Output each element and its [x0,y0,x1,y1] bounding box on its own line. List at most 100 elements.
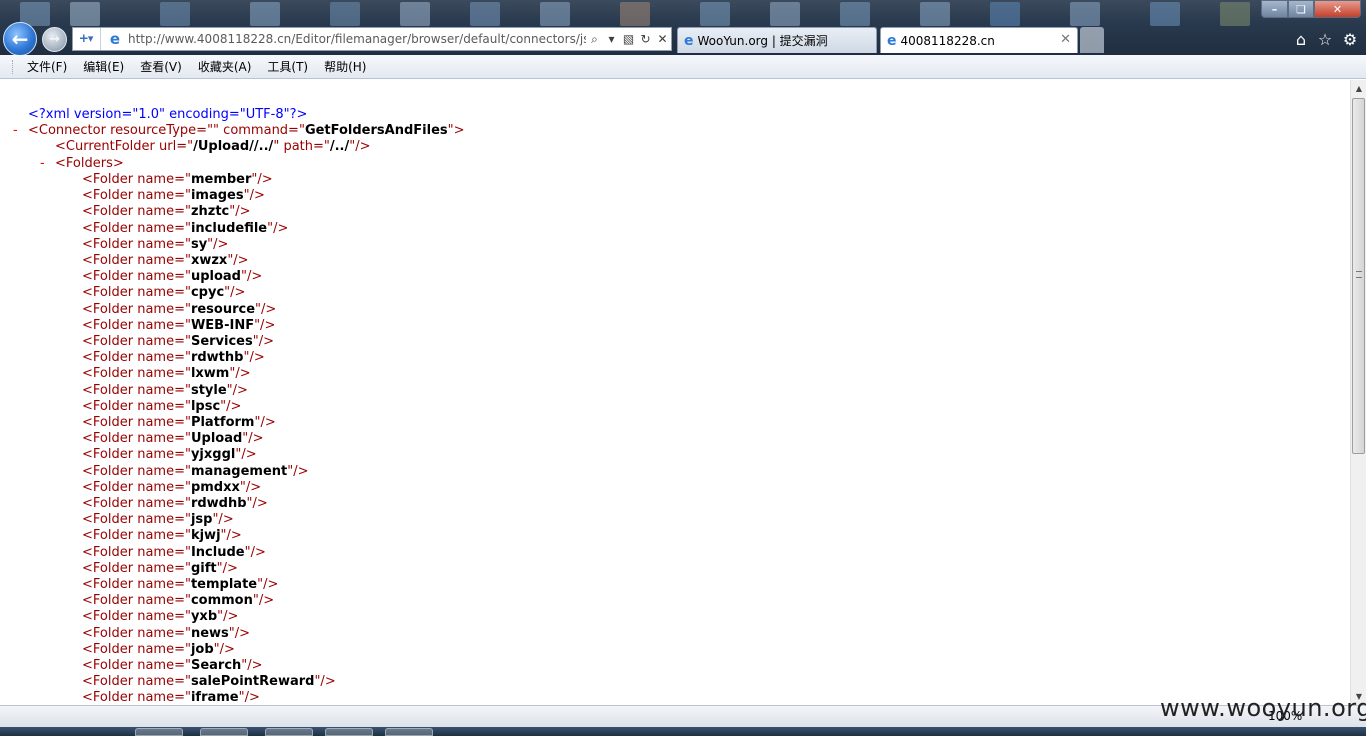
folder-element: <Folder name="lpsc"/> [82,399,242,414]
desktop-icon [990,2,1020,26]
plus-icon: ➕︎▾ [79,32,94,45]
desktop-icon [1220,2,1250,26]
folder-element: <Folder name="sy"/> [82,237,229,252]
desktop-icon [1150,2,1180,26]
folder-element: <Folder name="kjwj"/> [82,528,242,543]
menu-file[interactable]: 文件(F) [19,56,75,78]
folder-element: <Folder name="resource"/> [82,302,277,317]
desktop-icon [770,2,800,26]
restore-icon: ❏ [1296,2,1306,16]
menu-help[interactable]: 帮助(H) [316,56,374,78]
compatibility-view-button[interactable]: ➕︎▾ [73,28,101,50]
ie-page-icon: e [887,32,897,49]
grip-icon [1356,271,1362,278]
toolbar-grip [12,59,15,74]
folder-element: <Folder name="jsp"/> [82,512,234,527]
collapse-toggle[interactable]: - [13,123,18,139]
arrow-right-icon: → [49,32,60,47]
connector-element: - <Connector resourceType="" command="Get… [13,123,465,139]
folder-element: <Folder name="Services"/> [82,334,275,349]
taskbar-button[interactable] [265,728,313,736]
close-icon: ✕ [1332,2,1343,16]
folder-element: <Folder name="upload"/> [82,269,263,284]
address-input[interactable] [128,32,586,46]
folder-element: <Folder name="zhztc"/> [82,204,251,219]
refresh-icon[interactable]: ↻ [637,29,654,49]
taskbar-button[interactable] [325,728,373,736]
menu-bar: 文件(F) 编辑(E) 查看(V) 收藏夹(A) 工具(T) 帮助(H) [0,55,1366,79]
watermark-text: www.wooyun.org [1160,694,1366,722]
home-icon[interactable]: ⌂ [1291,29,1311,49]
folder-element: <Folder name="management"/> [82,464,309,479]
folder-element: <Folder name="style"/> [82,383,248,398]
scroll-up-arrow-icon[interactable]: ▲ [1351,80,1366,97]
scrollbar-thumb[interactable] [1352,98,1365,454]
collapse-toggle[interactable]: - [40,156,45,172]
folder-element: <Folder name="rdwthb"/> [82,350,265,365]
tab-current[interactable]: e 4008118228.cn ✕ [880,27,1078,53]
folder-element: <Folder name="images"/> [82,188,265,203]
search-icon[interactable]: ⌕ [586,29,603,49]
desktop-icon [700,2,730,26]
desktop-icon [470,2,500,26]
browser-titlebar: ← → ➕︎▾ e ⌕ ▾ ▧ ↻ ✕ e WooYun.org | 提交漏洞 … [0,0,1366,55]
folder-element: <Folder name="gift"/> [82,561,238,576]
close-window-button[interactable]: ✕ [1314,0,1361,18]
folder-element: <Folder name="WEB-INF"/> [82,318,276,333]
tab-title: 4008118228.cn [900,33,995,48]
folder-element: <Folder name="news"/> [82,626,251,641]
taskbar-button[interactable] [200,728,248,736]
taskbar-button[interactable] [385,728,433,736]
ie-page-icon: e [684,32,694,49]
folder-element: <Folder name="pmdxx"/> [82,480,262,495]
xml-declaration: <?xml version="1.0" encoding="UTF-8"?> [28,107,308,122]
folder-element: <Folder name="template"/> [82,577,279,592]
menu-view[interactable]: 查看(V) [132,56,190,78]
desktop-icon [250,2,280,26]
folder-element: <Folder name="Include"/> [82,545,266,560]
address-bar: ➕︎▾ e ⌕ ▾ ▧ ↻ ✕ [72,27,672,51]
minimize-icon: – [1271,2,1278,16]
folder-element: <Folder name="job"/> [82,642,235,657]
folder-element: <Folder name="lxwm"/> [82,366,251,381]
gear-icon[interactable]: ⚙ [1340,29,1360,49]
maximize-button[interactable]: ❏ [1288,0,1314,18]
close-tab-icon[interactable]: ✕ [1060,32,1071,47]
dropdown-icon[interactable]: ▾ [603,29,620,49]
desktop-icon [400,2,430,26]
menu-tools[interactable]: 工具(T) [259,56,316,78]
minimize-button[interactable]: – [1261,0,1288,18]
folder-element: <Folder name="cpyc"/> [82,285,246,300]
folder-element: <Folder name="salePointReward"/> [82,674,336,689]
taskbar [0,727,1366,736]
taskbar-button[interactable] [135,728,183,736]
desktop-icon [160,2,190,26]
desktop-icon [330,2,360,26]
favorites-star-icon[interactable]: ☆ [1315,29,1335,49]
folder-element: <Folder name="xwzx"/> [82,253,249,268]
desktop-icon [920,2,950,26]
tab-wooyun[interactable]: e WooYun.org | 提交漏洞 [677,27,877,53]
desktop-icon [70,2,100,26]
folder-element: <Folder name="rdwdhb"/> [82,496,268,511]
folder-element: <Folder name="Platform"/> [82,415,276,430]
arrow-left-icon: ← [11,27,29,51]
menu-favorites[interactable]: 收藏夹(A) [190,56,260,78]
back-button[interactable]: ← [3,22,37,55]
folder-element: <Folder name="yxb"/> [82,609,239,624]
stop-icon[interactable]: ✕ [654,29,671,49]
compat-icon[interactable]: ▧ [620,29,637,49]
desktop-icon [840,2,870,26]
folder-element: <Folder name="includefile"/> [82,221,289,236]
vertical-scrollbar[interactable]: ▲ ▼ [1350,80,1366,705]
desktop-icon [620,2,650,26]
folder-element: <Folder name="yjxggl"/> [82,447,257,462]
menu-edit[interactable]: 编辑(E) [75,56,132,78]
ie-page-icon: e [109,30,121,48]
new-tab-button[interactable] [1080,27,1104,53]
current-folder-element: <CurrentFolder url="/Upload//../" path="… [55,139,371,154]
folder-element: <Folder name="Search"/> [82,658,263,673]
forward-button[interactable]: → [42,27,67,52]
folder-element: <Folder name="iframe"/> [82,690,260,705]
folder-element: <Folder name="common"/> [82,593,275,608]
